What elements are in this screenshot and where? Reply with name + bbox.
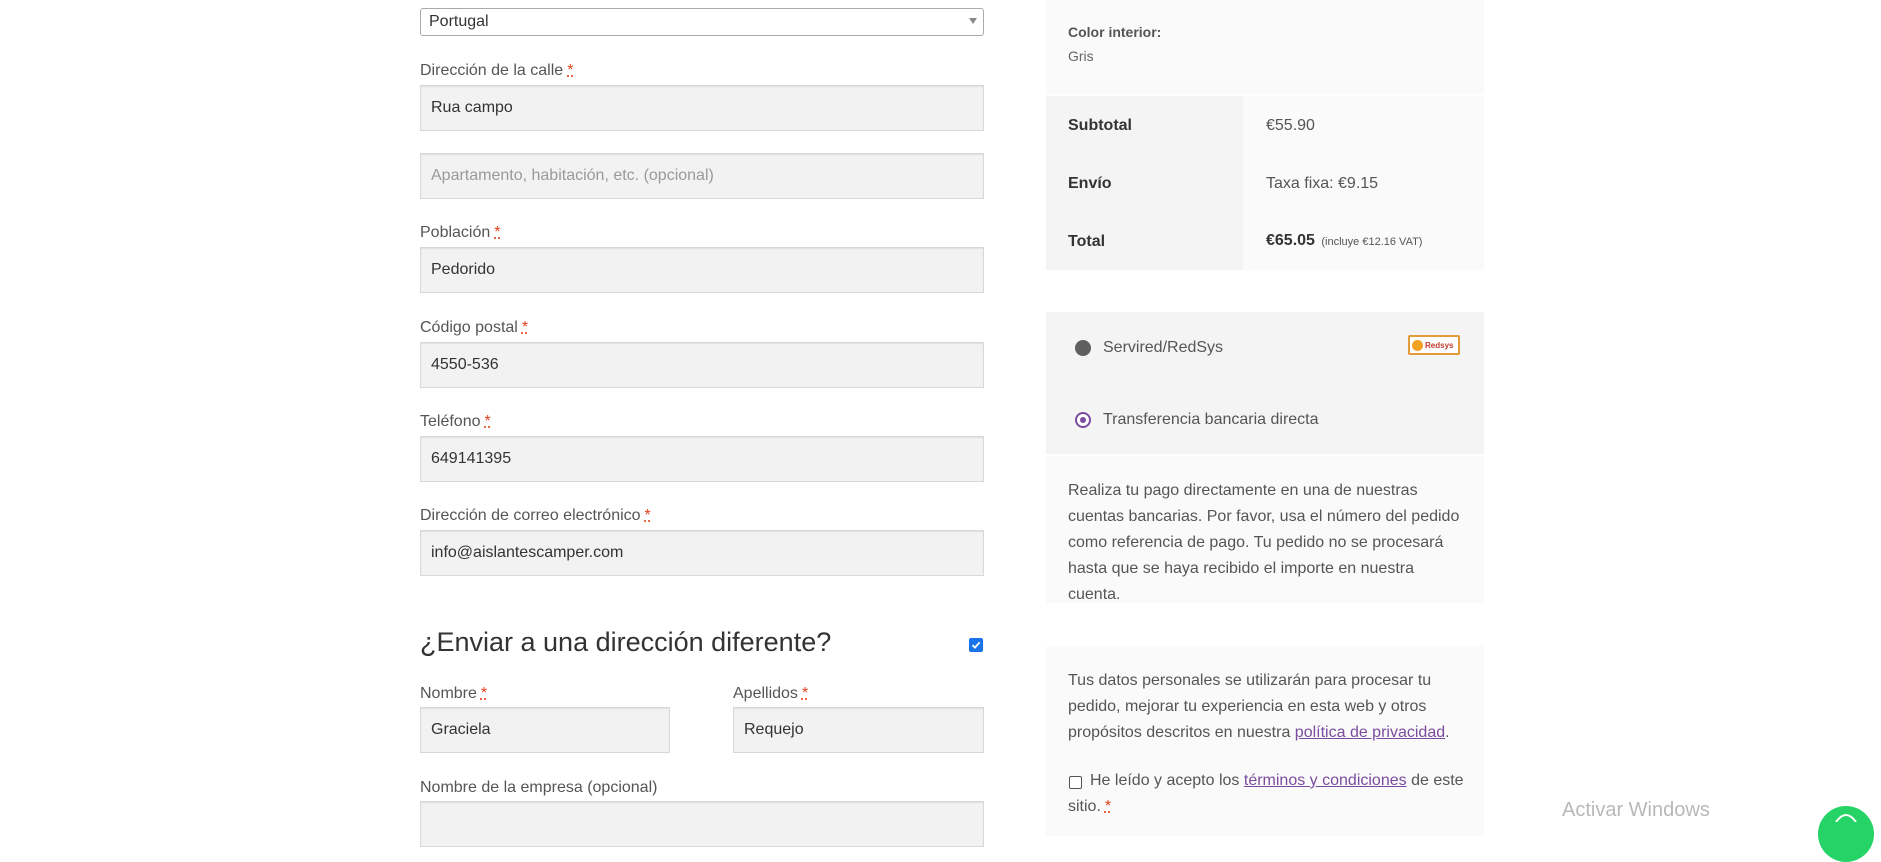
check-icon bbox=[971, 641, 981, 649]
country-label-clipped bbox=[420, 0, 520, 2]
total-value-group: €65.05 (incluye €12.16 VAT) bbox=[1266, 232, 1422, 250]
ship-different-heading: ¿Enviar a una dirección diferente? bbox=[420, 627, 832, 657]
subtotal-value: €55.90 bbox=[1266, 117, 1315, 134]
bank-description-box: Realiza tu pago directamente en una de n… bbox=[1046, 456, 1484, 603]
item-meta-label: Color interior: bbox=[1068, 24, 1162, 40]
email-label: Dirección de correo electrónico * bbox=[420, 507, 651, 524]
privacy-text: Tus datos personales se utilizarán para … bbox=[1068, 672, 1450, 741]
bank-description: Realiza tu pago directamente en una de n… bbox=[1068, 482, 1460, 603]
redsys-logo-icon: Redsys bbox=[1408, 335, 1460, 355]
item-meta-clipped bbox=[1068, 0, 1198, 2]
company-input[interactable] bbox=[420, 801, 984, 847]
email-input[interactable]: info@aislantescamper.com bbox=[420, 530, 984, 576]
street-label: Dirección de la calle * bbox=[420, 62, 574, 79]
last-name-label: Apellidos * bbox=[733, 685, 809, 702]
postcode-label: Código postal * bbox=[420, 319, 529, 336]
order-item-meta: Color interior: Gris bbox=[1046, 0, 1484, 94]
chevron-down-icon bbox=[969, 18, 977, 24]
redsys-label: Servired/RedSys bbox=[1103, 339, 1224, 356]
street-input[interactable]: Rua campo bbox=[420, 85, 984, 131]
phone-label: Teléfono * bbox=[420, 413, 491, 430]
ship-different-checkbox[interactable] bbox=[969, 638, 983, 652]
company-label: Nombre de la empresa (opcional) bbox=[420, 779, 658, 796]
country-select[interactable]: Portugal bbox=[420, 8, 984, 36]
shipping-label: Envío bbox=[1068, 175, 1112, 192]
total-tax-note: (incluye €12.16 VAT) bbox=[1321, 236, 1423, 248]
bank-radio[interactable] bbox=[1075, 412, 1091, 428]
whatsapp-icon bbox=[1835, 814, 1857, 822]
apartment-input[interactable]: Apartamento, habitación, etc. (opcional) bbox=[420, 153, 984, 199]
first-name-label: Nombre * bbox=[420, 685, 488, 702]
last-name-input[interactable]: Requejo bbox=[733, 707, 984, 753]
item-meta-value: Gris bbox=[1068, 48, 1094, 64]
shipping-value: Taxa fixa: €9.15 bbox=[1266, 175, 1379, 192]
privacy-box: Tus datos personales se utilizarán para … bbox=[1046, 646, 1484, 836]
redsys-radio[interactable] bbox=[1075, 340, 1091, 356]
total-value: €65.05 bbox=[1266, 232, 1315, 249]
first-name-input[interactable]: Graciela bbox=[420, 707, 670, 753]
bank-label: Transferencia bancaria directa bbox=[1103, 411, 1319, 428]
subtotal-label: Subtotal bbox=[1068, 117, 1132, 134]
country-select-value: Portugal bbox=[429, 13, 489, 30]
total-label: Total bbox=[1068, 233, 1106, 250]
city-label: Población * bbox=[420, 224, 501, 241]
postcode-input[interactable]: 4550-536 bbox=[420, 342, 984, 388]
terms-link[interactable]: términos y condiciones bbox=[1244, 772, 1407, 789]
whatsapp-button[interactable] bbox=[1818, 806, 1874, 862]
phone-input[interactable]: 649141395 bbox=[420, 436, 984, 482]
privacy-policy-link[interactable]: política de privacidad bbox=[1295, 724, 1445, 741]
terms-text: He leído y acepto los términos y condici… bbox=[1068, 772, 1464, 815]
city-input[interactable]: Pedorido bbox=[420, 247, 984, 293]
